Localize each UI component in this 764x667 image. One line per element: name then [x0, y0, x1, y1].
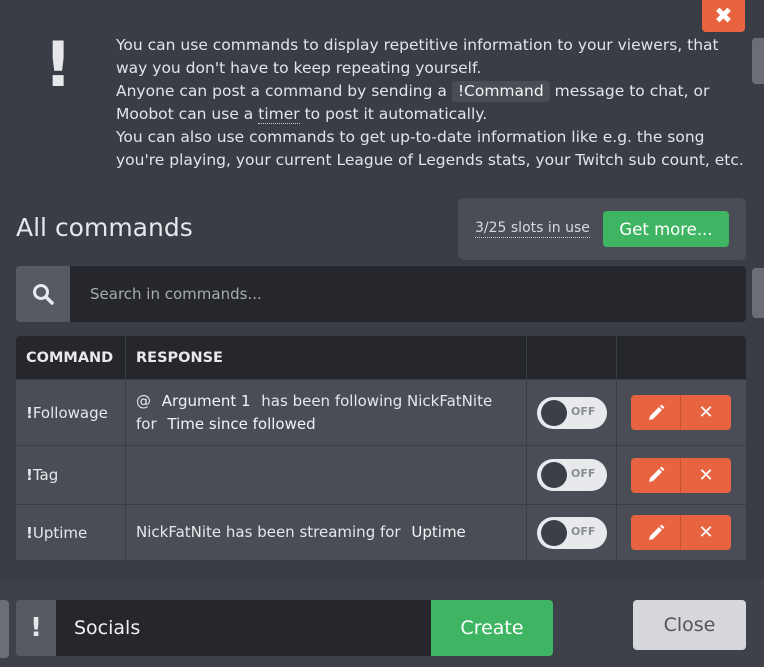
command-prefix-icon: ! [16, 600, 56, 656]
pencil-icon [648, 524, 664, 540]
delete-button[interactable]: ✕ [681, 515, 731, 550]
info-line-1: You can use commands to display repetiti… [116, 36, 719, 77]
info-text: You can use commands to display repetiti… [116, 34, 746, 172]
header-response: RESPONSE [126, 336, 527, 379]
new-command-input[interactable] [56, 600, 431, 656]
command-name: ! Followage [16, 380, 126, 445]
page-title: All commands [16, 213, 193, 242]
command-name: ! Uptime [16, 505, 126, 560]
actions-cell: ✕ [617, 505, 746, 560]
enable-toggle[interactable]: OFF [537, 459, 607, 491]
slots-usage[interactable]: 3/25 slots in use [475, 220, 590, 238]
toggle-cell: OFF [527, 446, 617, 504]
command-name: ! Tag [16, 446, 126, 504]
time-since-followed-chip: Time since followed [161, 413, 322, 435]
command-response: @ Argument 1 has been following NickFatN… [126, 380, 527, 445]
info-line-2: Anyone can post a command by sending a !… [116, 81, 710, 124]
table-row: ! Followage @ Argument 1 has been followi… [16, 379, 746, 445]
search-input[interactable] [70, 266, 746, 322]
edit-button[interactable] [631, 395, 681, 430]
header-command: COMMAND [16, 336, 126, 379]
timer-link[interactable]: timer [258, 105, 300, 124]
enable-toggle[interactable]: OFF [537, 396, 607, 429]
right-scroll-tab[interactable] [752, 38, 764, 84]
header-toggle [527, 336, 617, 379]
get-more-button[interactable]: Get more... [603, 211, 729, 247]
delete-button[interactable]: ✕ [681, 395, 731, 430]
delete-button[interactable]: ✕ [681, 457, 731, 493]
command-response [126, 446, 527, 504]
edit-button[interactable] [631, 515, 681, 550]
create-button[interactable]: Create [431, 600, 553, 656]
table-row: ! Tag OFF ✕ [16, 445, 746, 504]
edit-button[interactable] [631, 457, 681, 493]
search-bar [16, 266, 746, 322]
search-icon[interactable] [16, 266, 70, 322]
command-response: NickFatNite has been streaming for Uptim… [126, 505, 527, 560]
header-actions [617, 336, 746, 379]
slots-panel: 3/25 slots in use Get more... [458, 198, 746, 260]
info-line-3: You can also use commands to get up-to-d… [116, 128, 744, 169]
actions-cell: ✕ [617, 446, 746, 504]
left-scroll-tab[interactable] [0, 600, 9, 658]
toggle-cell: OFF [527, 380, 617, 445]
actions-cell: ✕ [617, 380, 746, 445]
pencil-icon [648, 466, 664, 482]
command-chip: !Command [451, 81, 550, 102]
enable-toggle[interactable]: OFF [537, 516, 607, 549]
table-row: ! Uptime NickFatNite has been streaming f… [16, 504, 746, 560]
right-scroll-tab-2[interactable] [752, 268, 764, 318]
toggle-cell: OFF [527, 505, 617, 560]
pencil-icon [648, 404, 664, 420]
close-x-button[interactable]: ✖ [702, 0, 745, 32]
uptime-chip: Uptime [405, 522, 472, 543]
argument-chip: Argument 1 [155, 390, 257, 412]
close-button[interactable]: Close [633, 600, 746, 650]
commands-table: COMMAND RESPONSE ! Followage @ Argument 1… [16, 336, 746, 560]
table-header: COMMAND RESPONSE [16, 336, 746, 379]
exclamation-icon: ! [44, 28, 73, 101]
